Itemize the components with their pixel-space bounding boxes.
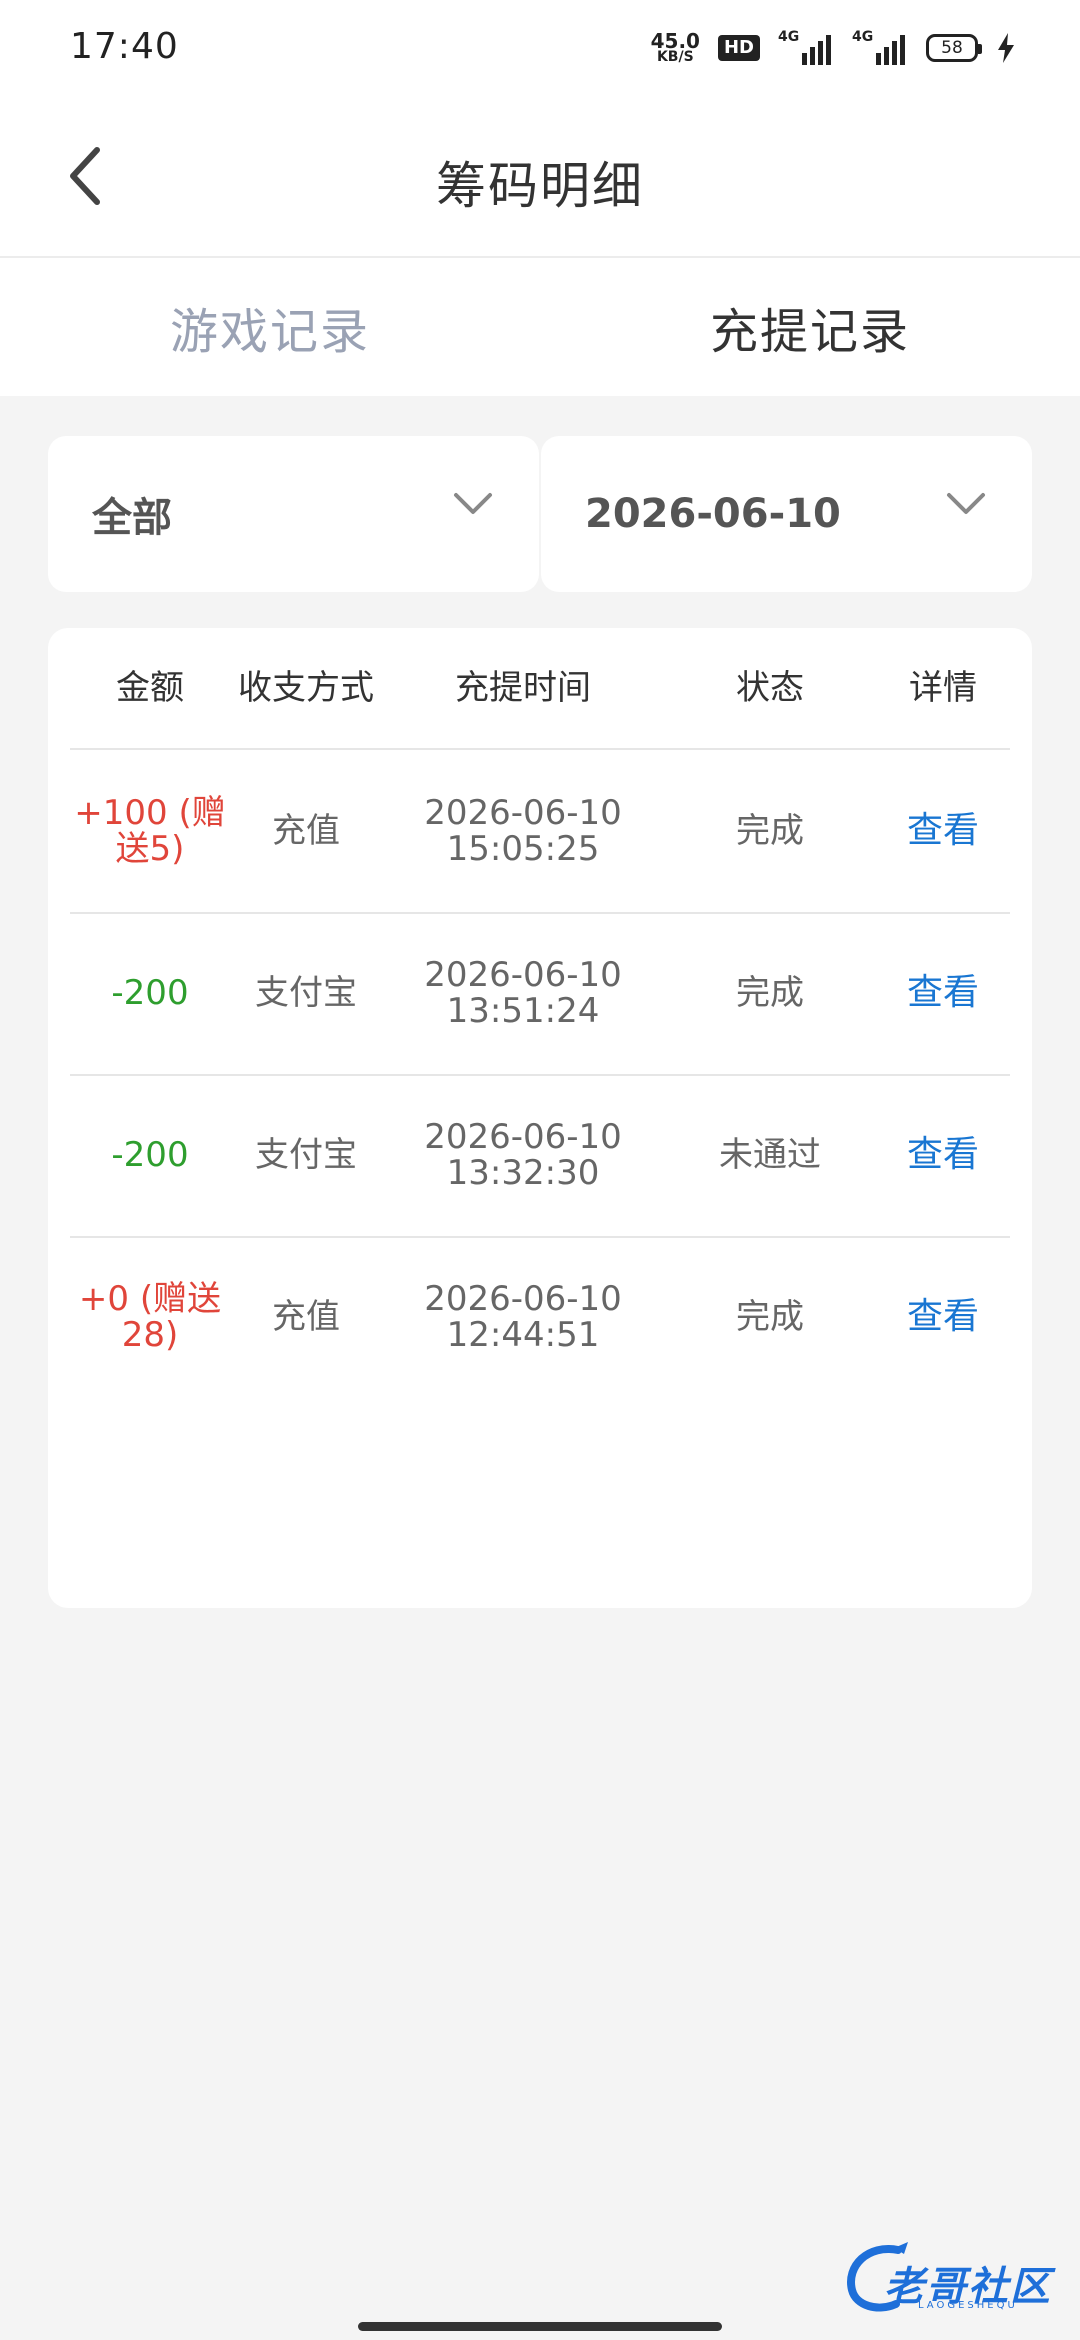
row-time: 13:32:30 [446,1153,600,1193]
chevron-down-icon [947,493,985,514]
watermark-logo: 老哥社区 LAOGESHEQU [838,2238,1068,2318]
row-amount: -200 [111,973,189,1013]
row-method: 支付宝 [255,1135,357,1175]
signal-icon: 4G [778,29,834,65]
row-datetime: 2026-06-10 12:44:51 [382,1281,664,1353]
table-row: -200 支付宝 2026-06-10 13:51:24 完成 查看 [70,912,1010,1076]
signal-label-secondary: 4G [852,29,874,45]
row-datetime: 2026-06-10 13:51:24 [382,957,664,1029]
column-header-method: 收支方式 [238,668,374,708]
row-amount: +0 (赠送28) [78,1279,222,1355]
view-details-link[interactable]: 查看 [876,1137,1010,1173]
view-details-link[interactable]: 查看 [876,1299,1010,1335]
column-header-time: 充提时间 [455,668,591,708]
signal-label: 4G [778,29,800,45]
watermark-subtext: LAOGESHEQU [918,2300,1018,2311]
row-date: 2026-06-10 [424,955,622,995]
network-speed-unit: KB/S [656,49,694,65]
row-method: 充值 [272,1297,340,1337]
tab-game-records[interactable]: 游戏记录 [0,258,540,396]
network-speed-value: 45.0 [650,29,700,53]
row-status: 未通过 [719,1135,821,1175]
nav-bar: 筹码明细 [0,96,1080,258]
home-indicator[interactable] [358,2322,722,2331]
row-method: 充值 [272,811,340,851]
status-time: 17:40 [70,26,179,67]
type-filter-value: 全部 [92,495,172,541]
signal-icon-secondary: 4G [852,29,908,65]
row-method: 支付宝 [255,973,357,1013]
table-row: +100 (赠送5) 充值 2026-06-10 15:05:25 完成 查看 [70,750,1010,914]
row-date: 2026-06-10 [424,1279,622,1319]
hd-icon: HD [717,35,760,61]
record-tabs: 游戏记录 充提记录 [0,258,1080,396]
row-time: 12:44:51 [446,1315,600,1355]
table-row: +0 (赠送28) 充值 2026-06-10 12:44:51 完成 查看 [70,1236,1010,1398]
records-table: 金额 收支方式 充提时间 状态 详情 +100 (赠送5) 充值 2026-06… [48,628,1032,1608]
filter-bar: 全部 2026-06-10 [48,436,1032,592]
battery-level: 58 [941,38,963,58]
column-header-amount: 金额 [116,668,184,708]
row-date: 2026-06-10 [424,1117,622,1157]
charging-icon [998,33,1014,63]
table-row: -200 支付宝 2026-06-10 13:32:30 未通过 查看 [70,1074,1010,1238]
type-filter-select[interactable]: 全部 [48,436,539,592]
row-time: 13:51:24 [446,991,600,1031]
chevron-down-icon [454,493,492,514]
status-bar: 17:40 45.0 KB/S HD 4G 4G 58 [0,0,1080,96]
battery-icon: 58 [926,34,982,62]
view-details-link[interactable]: 查看 [876,975,1010,1011]
row-status: 完成 [736,973,804,1013]
row-datetime: 2026-06-10 15:05:25 [382,795,664,867]
page-title: 筹码明细 [436,157,644,215]
row-amount: -200 [111,1135,189,1175]
table-header: 金额 收支方式 充提时间 状态 详情 [70,628,1010,750]
row-date: 2026-06-10 [424,793,622,833]
network-speed: 45.0 KB/S [650,29,700,65]
row-status: 完成 [736,1297,804,1337]
date-filter-value: 2026-06-10 [585,491,841,537]
column-header-status: 状态 [736,668,804,708]
column-header-details: 详情 [909,668,977,708]
row-amount: +100 (赠送5) [74,793,226,869]
row-datetime: 2026-06-10 13:32:30 [382,1119,664,1191]
date-filter-select[interactable]: 2026-06-10 [541,436,1032,592]
tab-deposit-withdraw-records[interactable]: 充提记录 [540,258,1080,396]
row-time: 15:05:25 [446,829,600,869]
row-status: 完成 [736,811,804,851]
status-icons: 45.0 KB/S HD 4G 4G 58 [651,28,1016,68]
view-details-link[interactable]: 查看 [876,813,1010,849]
